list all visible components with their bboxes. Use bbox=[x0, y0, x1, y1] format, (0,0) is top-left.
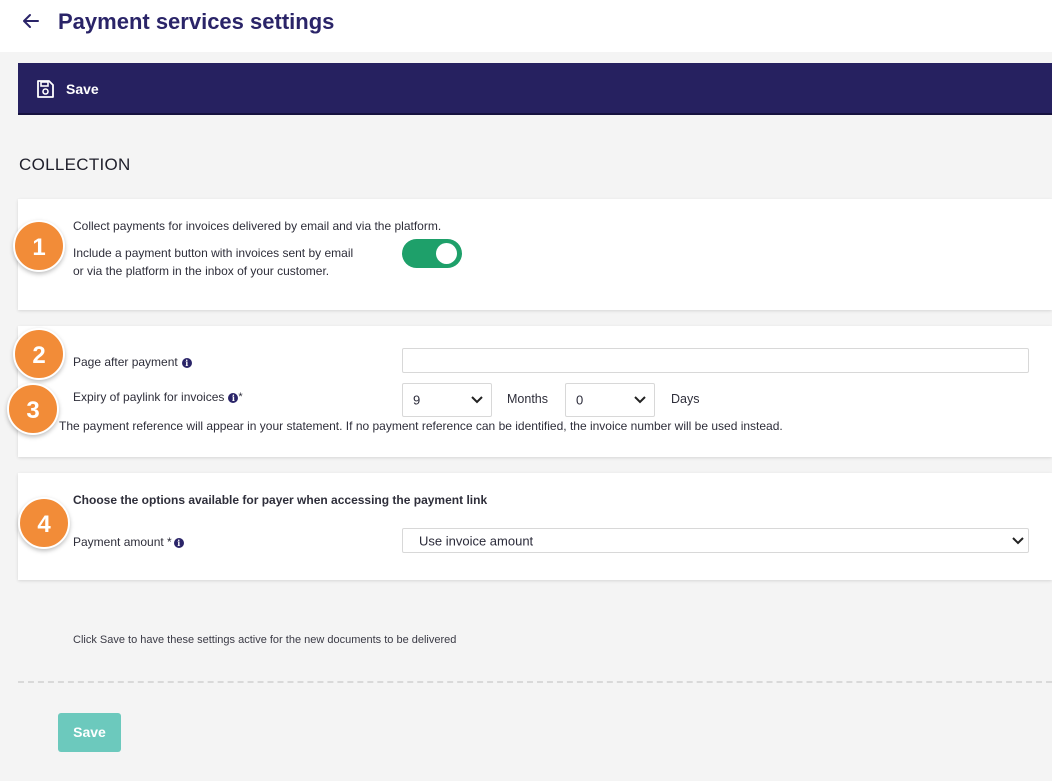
payment-amount-select[interactable]: Use invoice amount bbox=[402, 528, 1029, 553]
collect-payments-title: Collect payments for invoices delivered … bbox=[73, 219, 442, 233]
page-after-payment-label-text: Page after payment bbox=[73, 355, 178, 369]
page-after-payment-input[interactable] bbox=[402, 348, 1029, 373]
step-badge-2: 2 bbox=[13, 328, 65, 380]
payer-options-card: Choose the options available for payer w… bbox=[18, 473, 1052, 580]
arrow-left-icon[interactable] bbox=[20, 10, 42, 32]
info-icon[interactable]: i bbox=[173, 537, 184, 548]
chevron-down-icon bbox=[634, 396, 646, 404]
section-heading: COLLECTION bbox=[19, 155, 131, 174]
step-badge-1: 1 bbox=[13, 220, 65, 272]
expiry-days-select[interactable]: 0 bbox=[565, 383, 655, 417]
chevron-down-icon bbox=[471, 396, 483, 404]
step-badge-3: 3 bbox=[7, 383, 59, 435]
save-button[interactable]: Save bbox=[58, 713, 121, 752]
expiry-label-text: Expiry of paylink for invoices bbox=[73, 390, 225, 404]
payment-reference-note: The payment reference will appear in you… bbox=[59, 419, 783, 433]
collect-payments-description-line1: Include a payment button with invoices s… bbox=[73, 246, 354, 260]
collect-payments-description-line2: or via the platform in the inbox of your… bbox=[73, 264, 330, 278]
expiry-months-select[interactable]: 9 bbox=[402, 383, 492, 417]
expiry-days-value: 0 bbox=[576, 392, 584, 408]
months-unit: Months bbox=[507, 392, 548, 406]
payer-options-title: Choose the options available for payer w… bbox=[73, 493, 488, 507]
required-mark: * bbox=[238, 391, 243, 403]
floppy-disk-icon bbox=[37, 80, 54, 98]
expiry-months-value: 9 bbox=[413, 392, 421, 408]
paylink-settings-card: Page after payment i Expiry of paylink fo… bbox=[18, 326, 1052, 457]
page-after-payment-label: Page after payment i bbox=[73, 354, 192, 371]
payment-button-toggle[interactable] bbox=[402, 239, 462, 268]
payment-amount-value: Use invoice amount bbox=[419, 533, 534, 548]
top-bar: Payment services settings bbox=[0, 0, 1052, 52]
toolbar-save-label: Save bbox=[66, 81, 99, 97]
collect-payments-card: Collect payments for invoices delivered … bbox=[18, 199, 1052, 310]
info-icon[interactable]: i bbox=[228, 392, 239, 403]
toolbar-save-button[interactable]: Save bbox=[35, 78, 99, 100]
save-toolbar: Save bbox=[18, 63, 1052, 115]
payment-amount-label-text: Payment amount * bbox=[73, 535, 172, 549]
info-icon[interactable]: i bbox=[181, 357, 192, 368]
payment-amount-label: Payment amount * i bbox=[73, 534, 184, 551]
toggle-knob bbox=[436, 243, 457, 264]
footer-note: Click Save to have these settings active… bbox=[73, 634, 457, 646]
chevron-down-icon bbox=[1012, 536, 1024, 544]
expiry-label: Expiry of paylink for invoices i * bbox=[73, 389, 243, 406]
page-title: Payment services settings bbox=[58, 9, 335, 34]
step-badge-4: 4 bbox=[18, 497, 70, 549]
days-unit: Days bbox=[671, 392, 700, 406]
divider bbox=[18, 681, 1052, 683]
